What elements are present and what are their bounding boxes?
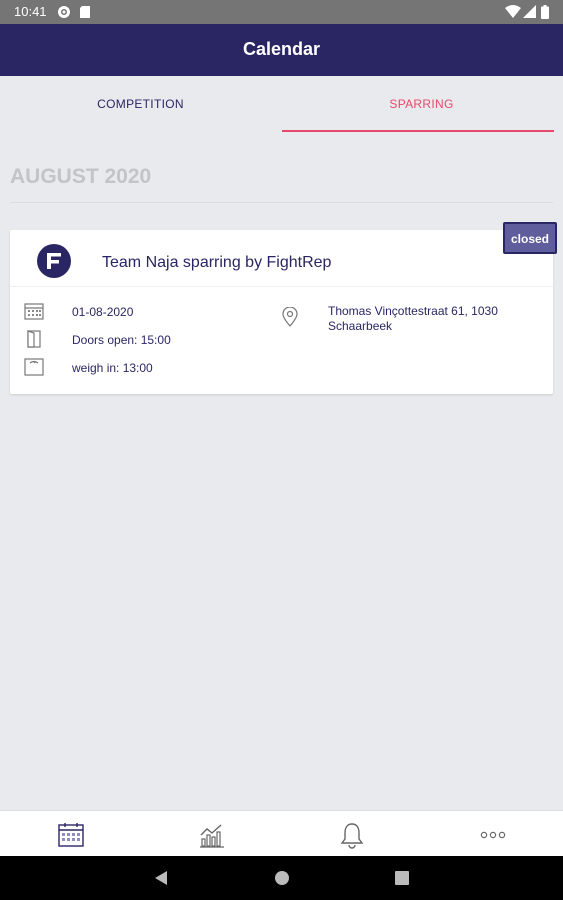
- battery-icon: [541, 5, 549, 19]
- fightrep-logo: [37, 244, 71, 278]
- address-line-2: Schaarbeek: [328, 319, 393, 333]
- tab-selected-indicator: [282, 130, 554, 132]
- event-date: 01-08-2020: [72, 305, 134, 319]
- address-line-1: Thomas Vinçottestraat 61, 1030: [328, 304, 498, 318]
- back-icon[interactable]: [153, 870, 169, 886]
- system-nav-bar: [0, 856, 563, 900]
- scale-icon: [24, 358, 44, 376]
- settings-gear-icon: [58, 6, 70, 18]
- statistics-icon[interactable]: [198, 821, 226, 849]
- event-title: Team Naja sparring by FightRep: [102, 254, 332, 271]
- tab-bar: COMPETITION SPARRING: [0, 76, 563, 134]
- tab-competition[interactable]: COMPETITION: [0, 76, 281, 134]
- notifications-bell-icon[interactable]: [338, 821, 366, 849]
- app-bar: Calendar: [0, 24, 563, 76]
- page-title: Calendar: [242, 39, 321, 59]
- month-header: AUGUST 2020: [10, 165, 152, 188]
- wifi-icon: [505, 5, 521, 18]
- weigh-in: weigh in: 13:00: [72, 361, 153, 375]
- sd-card-icon: [80, 6, 90, 18]
- calendar-icon: [24, 303, 44, 320]
- card-divider: [10, 286, 553, 287]
- status-bar: 10:41: [0, 0, 563, 24]
- status-time: 10:41: [14, 4, 47, 19]
- bottom-nav: [0, 810, 563, 856]
- tab-sparring[interactable]: SPARRING: [281, 76, 562, 134]
- month-divider: [10, 202, 553, 203]
- more-icon[interactable]: [479, 821, 507, 849]
- recents-icon[interactable]: [395, 871, 409, 885]
- door-icon: [27, 330, 41, 348]
- event-card[interactable]: Team Naja sparring by FightRep 01-08-202…: [10, 230, 553, 394]
- event-address: Thomas Vinçottestraat 61, 1030 Schaarbee…: [328, 304, 538, 334]
- doors-open: Doors open: 15:00: [72, 333, 171, 347]
- cell-signal-icon: [523, 5, 536, 18]
- status-badge: closed: [503, 222, 557, 254]
- location-pin-icon: [282, 307, 298, 327]
- home-icon[interactable]: [274, 870, 290, 886]
- calendar-icon[interactable]: [57, 821, 85, 849]
